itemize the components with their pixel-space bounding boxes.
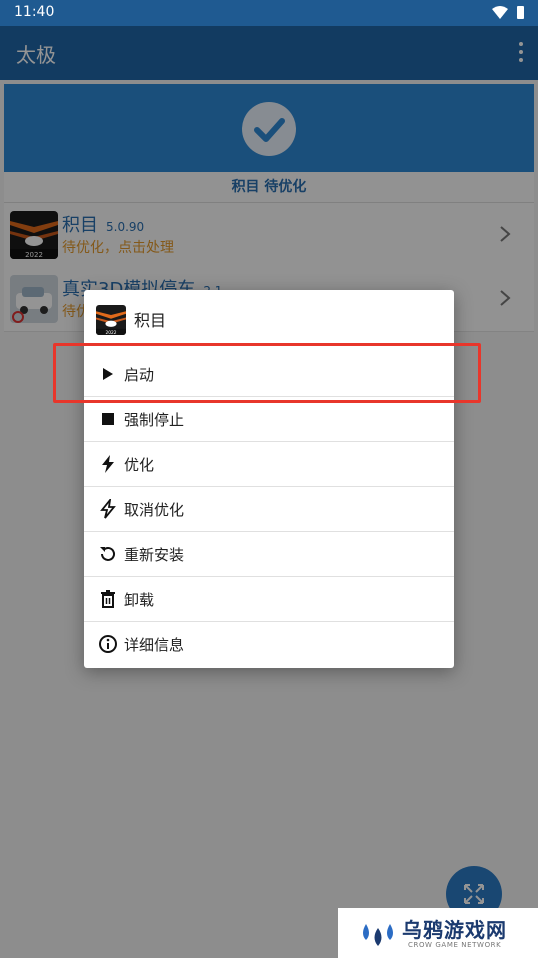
bolt-icon: [102, 455, 114, 473]
dialog-app-icon: 2022: [96, 305, 126, 335]
bolt-off-icon: [100, 499, 116, 519]
menu-item-reinstall[interactable]: 重新安装: [84, 531, 454, 576]
menu-item-details[interactable]: 详细信息: [84, 621, 454, 666]
wifi-icon: [492, 6, 508, 19]
info-icon: [99, 635, 117, 653]
menu-item-optimize[interactable]: 优化: [84, 441, 454, 486]
dialog-title: 积目: [134, 311, 167, 330]
dialog-header: 2022 积目: [84, 290, 454, 346]
stop-icon: [102, 413, 114, 425]
status-bar: 11:40: [0, 0, 538, 26]
status-time: 11:40: [14, 4, 55, 20]
svg-text:2022: 2022: [105, 330, 116, 335]
battery-icon: [517, 6, 524, 19]
watermark-subtitle: CROW GAME NETWORK: [408, 941, 502, 949]
reinstall-icon: [100, 546, 115, 561]
watermark-title: 乌鸦游戏网: [402, 918, 507, 942]
trash-icon: [101, 590, 115, 608]
watermark: 乌鸦游戏网 CROW GAME NETWORK: [338, 908, 538, 958]
menu-item-uninstall[interactable]: 卸载: [84, 576, 454, 621]
menu-item-cancel-optimize[interactable]: 取消优化: [84, 486, 454, 531]
drops-logo-icon: [363, 924, 393, 946]
highlight-box: [53, 343, 481, 403]
